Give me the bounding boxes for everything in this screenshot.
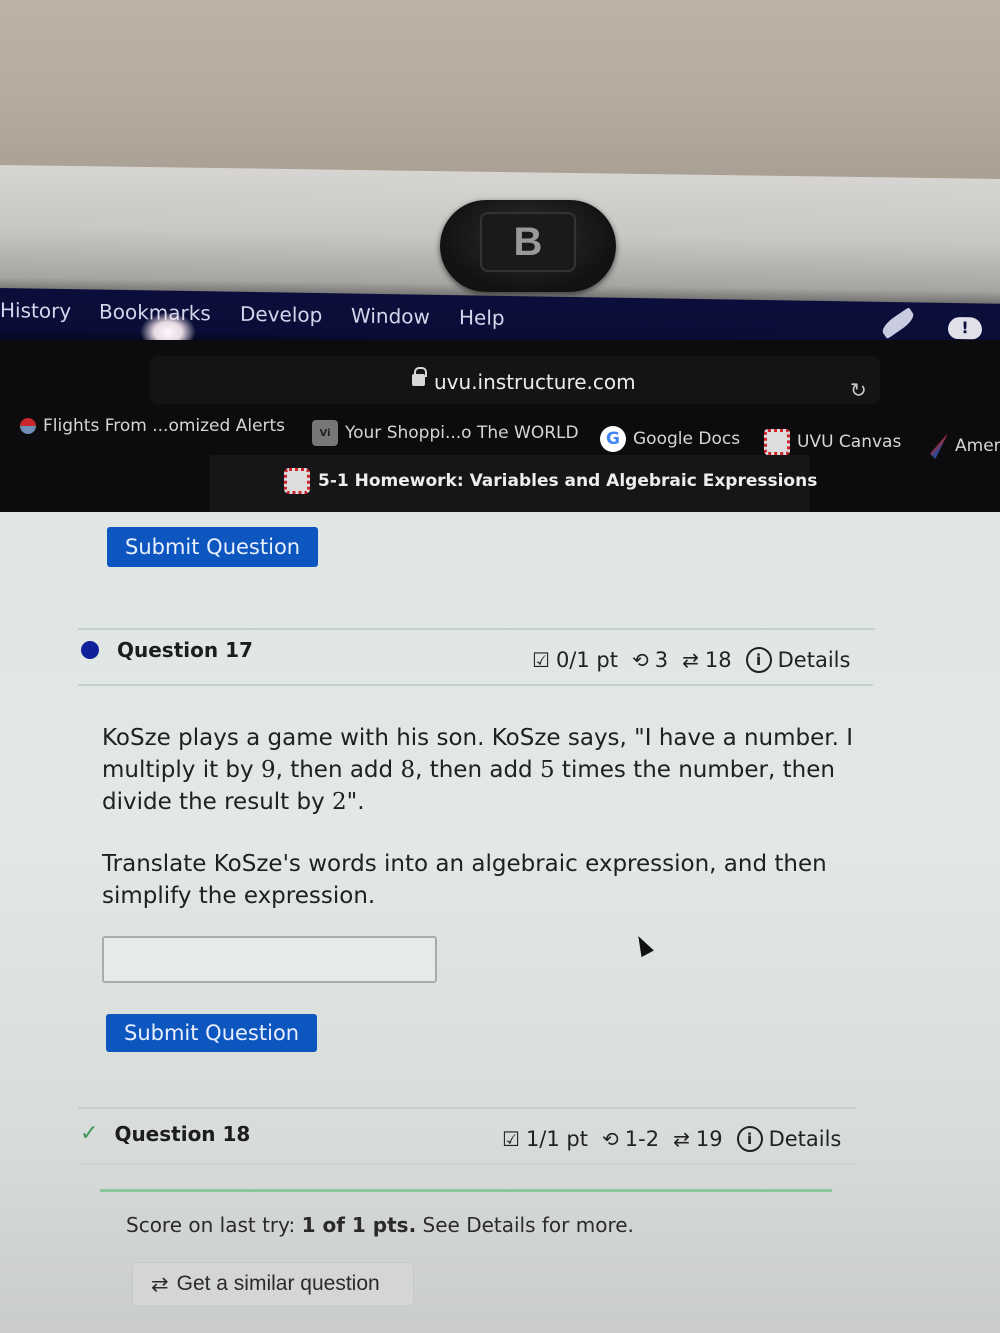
answer-input[interactable] <box>102 936 437 983</box>
retry-arrows-icon: ⇄ <box>151 1272 169 1296</box>
airline-icon <box>930 433 948 459</box>
bookmark-label: Flights From ...omized Alerts <box>43 416 286 436</box>
menu-help[interactable]: Help <box>459 305 505 330</box>
attempts-value: 1-2 <box>624 1127 660 1151</box>
text: multiply it by <box>102 757 261 783</box>
attempts-icon: ⟲ <box>601 1127 619 1151</box>
wall-background <box>0 0 1000 180</box>
google-icon: G <box>600 426 626 452</box>
question-18-header[interactable]: ✓ Question 18 <box>80 1121 250 1146</box>
text: times the number, then <box>554 757 835 783</box>
page-content <box>0 512 1000 1333</box>
canvas-icon <box>764 429 790 455</box>
prompt-line: divide the result by 2". <box>102 786 862 818</box>
math-number: 5 <box>539 757 555 783</box>
text: divide the result by <box>102 789 333 815</box>
bookmark-american[interactable]: Amer <box>930 433 1000 459</box>
shopping-icon: Vi <box>312 420 338 446</box>
math-number: 9 <box>260 757 276 783</box>
canvas-icon <box>284 468 310 494</box>
versions-icon: ⇄ <box>682 648 699 672</box>
flight-icon <box>20 418 36 434</box>
versions-value: 18 <box>704 648 732 672</box>
quill-icon[interactable] <box>879 307 917 339</box>
checkbox-score-icon: ☑ <box>532 648 550 672</box>
divider <box>78 1163 856 1165</box>
score-prefix: Score on last try: <box>126 1213 302 1237</box>
question-17-prompt: KoSze plays a game with his son. KoSze s… <box>102 722 862 818</box>
question-18-meta: ☑ 1/1 pt ⟲ 1-2 ⇄ 19 i Details <box>502 1126 841 1152</box>
details-link[interactable]: Details <box>778 648 851 672</box>
text: , then add <box>415 757 540 783</box>
submit-question-button[interactable]: Submit Question <box>106 1014 318 1052</box>
menu-window[interactable]: Window <box>351 304 430 329</box>
get-similar-question-button[interactable]: ⇄ Get a similar question <box>132 1262 414 1306</box>
webcam-logo: B <box>480 212 576 272</box>
bookmark-shopping[interactable]: Vi Your Shoppi...o The WORLD <box>312 420 579 446</box>
bookmark-label: Amer <box>955 436 1000 456</box>
versions-icon: ⇄ <box>673 1127 690 1151</box>
question-17-meta: ☑ 0/1 pt ⟲ 3 ⇄ 18 i Details <box>532 647 850 673</box>
text: ". <box>346 789 365 815</box>
bookmark-uvu-canvas[interactable]: UVU Canvas <box>764 429 901 455</box>
instruction-line: simplify the expression. <box>102 883 376 909</box>
score-value: 1 of 1 pts. <box>301 1213 417 1237</box>
score-suffix: See Details for more. <box>416 1213 634 1237</box>
info-icon[interactable]: i <box>745 647 772 673</box>
math-number: 2 <box>332 789 347 815</box>
bookmark-label: Google Docs <box>633 429 741 449</box>
bookmark-google-docs[interactable]: G Google Docs <box>600 426 740 452</box>
bookmark-label: Your Shoppi...o The WORLD <box>345 423 579 443</box>
similar-label: Get a similar question <box>176 1272 380 1295</box>
text: , then add <box>275 757 401 783</box>
prompt-line: multiply it by 9, then add 8, then add 5… <box>102 754 862 786</box>
menu-history[interactable]: History <box>0 298 71 323</box>
tab-title-text: 5-1 Homework: Variables and Algebraic Ex… <box>318 471 818 491</box>
question-17-instructions: Translate KoSze's words into an algebrai… <box>102 848 862 912</box>
prompt-line: KoSze plays a game with his son. KoSze s… <box>102 725 854 751</box>
correct-indicator-line <box>100 1189 832 1192</box>
checkbox-score-icon: ☑ <box>502 1127 520 1151</box>
tab-title[interactable]: 5-1 Homework: Variables and Algebraic Ex… <box>284 468 817 494</box>
info-icon[interactable]: i <box>736 1126 763 1152</box>
lock-icon <box>412 367 427 386</box>
question-17-header[interactable]: Question 17 <box>81 638 253 662</box>
details-link[interactable]: Details <box>769 1127 842 1151</box>
reload-icon[interactable]: ↻ <box>850 378 867 402</box>
bookmark-flights[interactable]: Flights From ...omized Alerts <box>20 416 285 436</box>
divider <box>78 1107 856 1109</box>
divider <box>78 684 873 686</box>
score-summary: Score on last try: 1 of 1 pts. See Detai… <box>126 1213 634 1237</box>
question-17-title: Question 17 <box>117 638 253 662</box>
attempts-value: 3 <box>654 648 669 672</box>
bookmark-label: UVU Canvas <box>797 432 902 452</box>
url-text[interactable]: uvu.instructure.com <box>434 370 636 394</box>
versions-value: 19 <box>695 1127 723 1151</box>
cloud-alert-icon[interactable]: ! <box>948 316 982 340</box>
divider <box>78 628 875 630</box>
points-value: 0/1 pt <box>555 648 618 672</box>
attempts-icon: ⟲ <box>631 648 649 672</box>
math-number: 8 <box>400 757 416 783</box>
current-question-dot-icon <box>81 641 99 659</box>
correct-check-icon: ✓ <box>80 1121 99 1146</box>
instruction-line: Translate KoSze's words into an algebrai… <box>102 851 827 877</box>
points-value: 1/1 pt <box>525 1127 588 1151</box>
submit-question-button-prev[interactable]: Submit Question <box>107 527 319 567</box>
menu-develop[interactable]: Develop <box>240 302 322 327</box>
question-18-title: Question 18 <box>114 1121 251 1146</box>
